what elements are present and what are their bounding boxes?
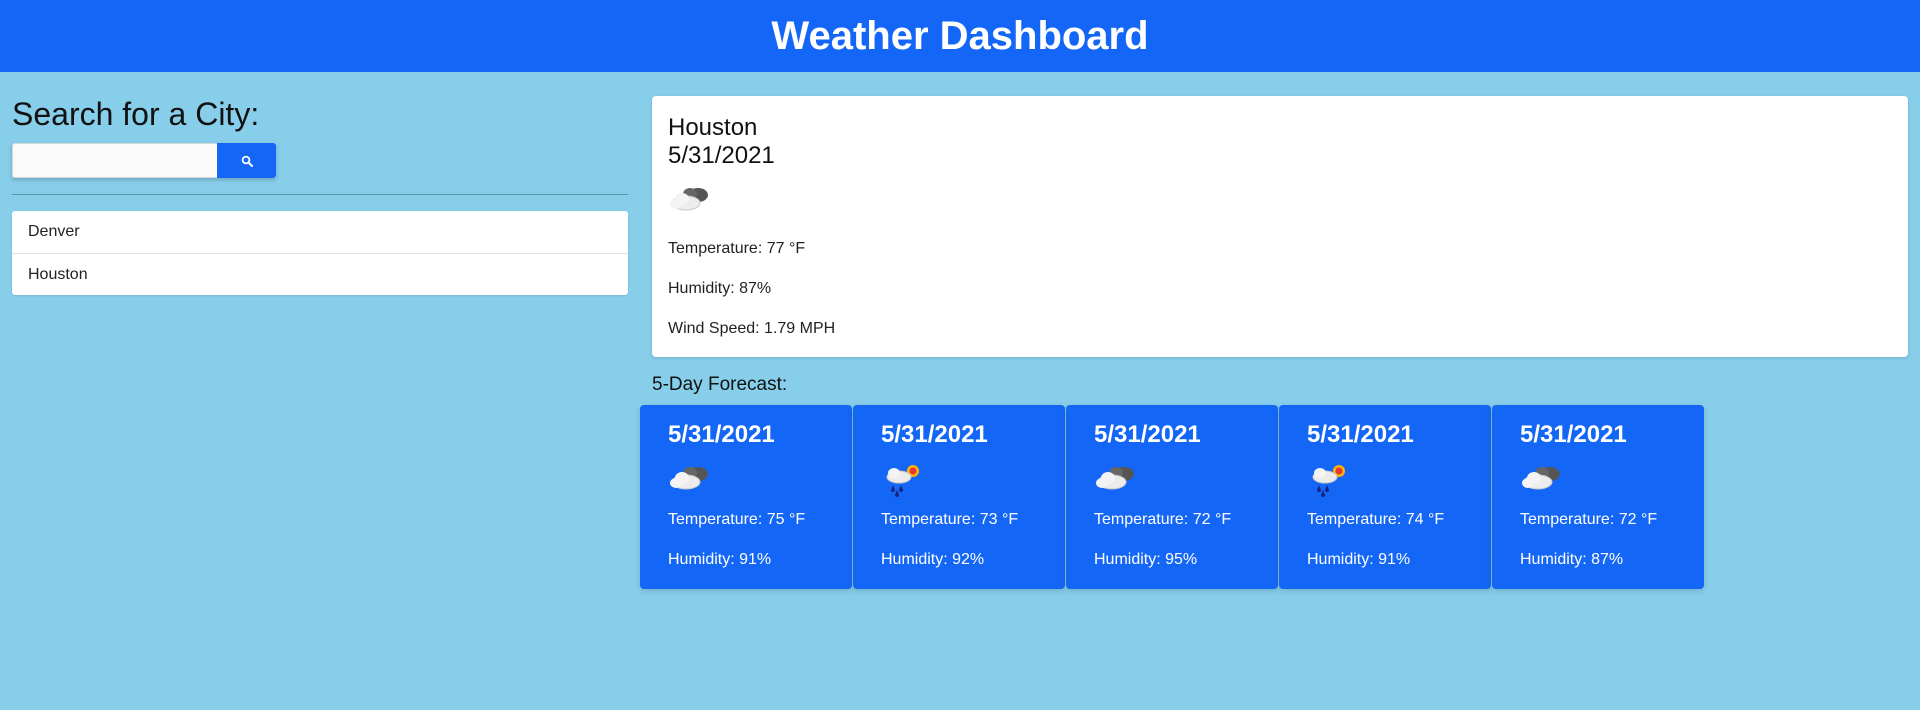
forecast-date: 5/31/2021	[1094, 421, 1201, 448]
history-item-houston[interactable]: Houston	[12, 253, 628, 295]
forecast-temperature: Temperature: 72 °F	[1520, 511, 1658, 528]
cloudy-icon	[1094, 461, 1250, 497]
forecast-humidity: Humidity: 95%	[1094, 551, 1198, 568]
city-search-input[interactable]	[12, 143, 217, 178]
rain-sun-icon	[881, 461, 1037, 497]
page-title: Weather Dashboard	[771, 13, 1149, 58]
search-button[interactable]	[217, 143, 276, 178]
search-bar	[12, 143, 276, 178]
forecast-card: 5/31/2021 Temperature: 73 °F Humidity: 9…	[853, 405, 1065, 589]
search-icon	[241, 155, 253, 167]
current-weather-card: Houston 5/31/2021 Temperature: 77 °F Hum…	[652, 96, 1908, 357]
cloudy-icon	[668, 461, 824, 497]
forecast-date: 5/31/2021	[1307, 421, 1414, 448]
forecast-humidity: Humidity: 87%	[1520, 551, 1624, 568]
forecast-humidity: Humidity: 91%	[1307, 551, 1411, 568]
current-city-name: Houston	[668, 114, 758, 141]
search-heading: Search for a City:	[12, 96, 260, 132]
history-item-denver[interactable]: Denver	[12, 211, 628, 253]
forecast-temperature: Temperature: 74 °F	[1307, 511, 1445, 528]
forecast-humidity: Humidity: 92%	[881, 551, 985, 568]
rain-sun-icon	[1307, 461, 1463, 497]
current-wind-speed: Wind Speed: 1.79 MPH	[668, 320, 836, 337]
forecast-card: 5/31/2021 Temperature: 72 °F Humidity: 8…	[1492, 405, 1704, 589]
forecast-row: 5/31/2021 Temperature: 75 °F Humidity: 9…	[640, 405, 1705, 589]
current-humidity: Humidity: 87%	[668, 280, 772, 297]
forecast-temperature: Temperature: 75 °F	[668, 511, 806, 528]
search-divider	[12, 194, 628, 195]
forecast-card: 5/31/2021 Temperature: 75 °F Humidity: 9…	[640, 405, 852, 589]
forecast-date: 5/31/2021	[668, 421, 775, 448]
forecast-temperature: Temperature: 73 °F	[881, 511, 1019, 528]
current-date: 5/31/2021	[668, 142, 775, 169]
forecast-date: 5/31/2021	[1520, 421, 1627, 448]
cloudy-icon	[668, 182, 1892, 220]
page-header: Weather Dashboard	[0, 0, 1920, 72]
forecast-humidity: Humidity: 91%	[668, 551, 772, 568]
forecast-card: 5/31/2021 Temperature: 72 °F Humidity: 9…	[1066, 405, 1278, 589]
forecast-date: 5/31/2021	[881, 421, 988, 448]
forecast-heading: 5-Day Forecast:	[652, 374, 788, 395]
forecast-temperature: Temperature: 72 °F	[1094, 511, 1232, 528]
cloudy-icon	[1520, 461, 1676, 497]
forecast-card: 5/31/2021 Temperature: 74 °F Humidity: 9…	[1279, 405, 1491, 589]
current-temperature: Temperature: 77 °F	[668, 240, 806, 257]
search-history-list: Denver Houston	[12, 211, 628, 295]
